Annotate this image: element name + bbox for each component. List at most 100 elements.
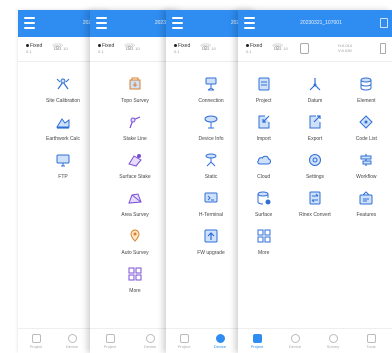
tile-cloud[interactable]: Cloud	[238, 152, 289, 180]
tile-static[interactable]: Static	[175, 152, 247, 180]
nav-tools[interactable]: Tools	[352, 333, 390, 349]
menu-icon[interactable]	[96, 17, 107, 29]
topo-survey-icon	[127, 76, 143, 92]
datalink-icon	[300, 43, 309, 54]
device-nav-icon	[215, 333, 225, 343]
tile-label: Area Survey	[121, 212, 149, 218]
tile-auto-survey[interactable]: Auto Survey	[99, 228, 171, 256]
survey-nav-icon	[328, 333, 338, 343]
tile-label: Static	[204, 174, 218, 180]
tile-datum[interactable]: Datum	[289, 76, 340, 104]
code-list-icon	[358, 114, 374, 130]
more-icon	[127, 266, 143, 282]
tile-label: Surface	[255, 212, 273, 218]
area-survey-icon	[127, 190, 143, 206]
ftp-icon	[55, 152, 71, 168]
tile-area-survey[interactable]: Area Survey	[99, 190, 171, 218]
tile-label: Import	[256, 136, 271, 142]
tile-label: Settings	[305, 174, 325, 180]
tile-site-calibration[interactable]: Site Calibration	[27, 76, 99, 104]
project-nav-icon	[252, 333, 262, 343]
menu-icon[interactable]	[24, 17, 35, 29]
tools-nav-icon	[366, 333, 376, 343]
stake-line-icon	[127, 114, 143, 130]
tile-more[interactable]: More	[99, 266, 171, 294]
fw-upgrade-icon	[203, 228, 219, 244]
tile-fw-upgrade[interactable]: FW upgrade	[175, 228, 247, 256]
tile-ftp[interactable]: FTP	[27, 152, 99, 180]
nav-project[interactable]: Project	[166, 333, 202, 349]
menu-icon[interactable]	[244, 17, 255, 29]
project-nav-icon	[105, 333, 115, 343]
nav-device[interactable]: Device	[54, 333, 90, 349]
nav-project[interactable]: Project	[238, 333, 276, 349]
tile-element[interactable]: Element	[341, 76, 392, 104]
cloud-icon	[256, 152, 272, 168]
connection-icon	[203, 76, 219, 92]
tile-settings[interactable]: Settings	[289, 152, 340, 180]
device-nav-icon	[67, 333, 77, 343]
fix-status: Fixed 0.1	[174, 43, 191, 54]
nav-project[interactable]: Project	[90, 333, 130, 349]
rinex-convert-icon	[307, 190, 323, 206]
bottom-nav: Project Device Survey Tools	[238, 328, 392, 353]
nav-device[interactable]: Device	[276, 333, 314, 349]
tile-label: Cloud	[257, 174, 271, 180]
tile-label: Project	[255, 98, 272, 104]
tile-label: FTP	[58, 174, 68, 180]
nav-project[interactable]: Project	[18, 333, 54, 349]
tile-label: Connection	[198, 98, 224, 104]
project-nav-icon	[31, 333, 41, 343]
tile-code-list[interactable]: Code List	[341, 114, 392, 142]
workflow-icon	[358, 152, 374, 168]
import-icon	[256, 114, 272, 130]
satellite-icon: ☏10	[200, 42, 216, 52]
project-icon	[256, 76, 272, 92]
tile-label: Site Calibration	[46, 98, 80, 104]
tile-features[interactable]: Features	[341, 190, 392, 218]
tile-h-terminal[interactable]: H-Terminal	[175, 190, 247, 218]
fix-status: Fixed 0.1	[98, 43, 115, 54]
tile-label: Datum	[307, 98, 323, 104]
tile-label: Features	[356, 212, 377, 218]
tile-device-info[interactable]: Device Info	[175, 114, 247, 142]
tile-earthwork-calc[interactable]: Earthwork Calc	[27, 114, 99, 142]
nav-survey[interactable]: Survey	[314, 333, 352, 349]
tile-label: Rinex Convert	[299, 212, 331, 218]
tile-workflow[interactable]: Workflow	[341, 152, 392, 180]
bookmark-icon[interactable]	[380, 18, 388, 28]
tile-label: More	[257, 250, 270, 256]
nav-device[interactable]: Device	[130, 333, 170, 349]
tile-import[interactable]: Import	[238, 114, 289, 142]
tile-project[interactable]: Project	[238, 76, 289, 104]
tile-connection[interactable]: Connection	[175, 76, 247, 104]
auto-survey-icon	[127, 228, 143, 244]
gnss-status-bar[interactable]: Fixed 0.1 ☏10 H:0.014 V:0.039	[238, 37, 392, 62]
precision-readout: H:0.014 V:0.039	[338, 43, 353, 53]
project-nav-icon	[179, 333, 189, 343]
calibration-icon	[55, 76, 71, 92]
tile-topo-survey[interactable]: Topo Survey	[99, 76, 171, 104]
terminal-icon	[203, 190, 219, 206]
tile-export[interactable]: Export	[289, 114, 340, 142]
datum-icon	[307, 76, 323, 92]
tile-more[interactable]: More	[238, 228, 289, 256]
more-icon	[256, 228, 272, 244]
menu-icon[interactable]	[172, 17, 183, 29]
tile-rinex-convert[interactable]: Rinex Convert	[289, 190, 340, 218]
project-title: 20230321_107001	[300, 20, 342, 26]
tile-label: Stake Line	[123, 136, 147, 142]
nav-device[interactable]: Device	[202, 333, 238, 349]
project-title: 2023	[154, 20, 166, 26]
export-icon	[307, 114, 323, 130]
satellite-icon: ☏10	[52, 42, 68, 52]
tile-surface[interactable]: Surface	[238, 190, 289, 218]
tile-label: H-Terminal	[198, 212, 224, 218]
tile-surface-stake[interactable]: Surface Stake	[99, 152, 171, 180]
tile-label: Topo Survey	[121, 98, 149, 104]
satellite-icon: ☏10	[124, 42, 140, 52]
element-icon	[358, 76, 374, 92]
static-icon	[203, 152, 219, 168]
tile-stake-line[interactable]: Stake Line	[99, 114, 171, 142]
battery-icon	[380, 43, 386, 54]
